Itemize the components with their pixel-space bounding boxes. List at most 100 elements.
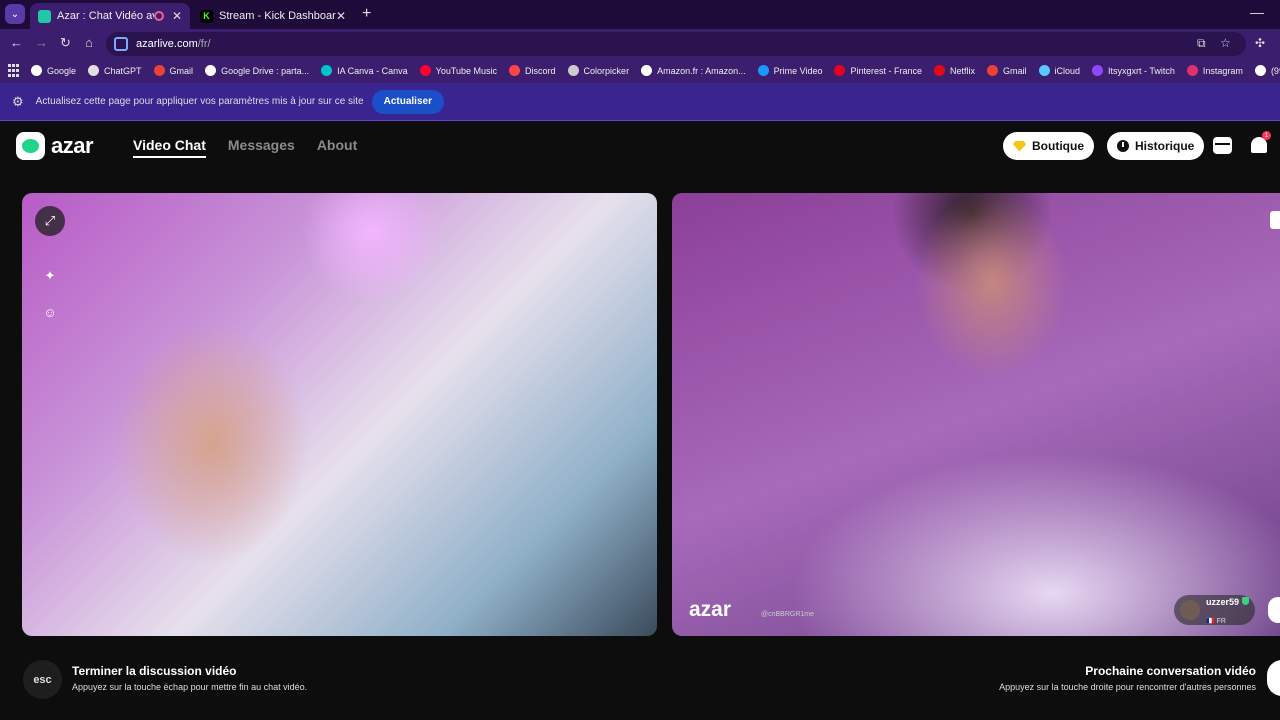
bookmark-favicon-icon: [205, 65, 217, 76]
partner-badge[interactable]: uzzer59 🇫🇷 FR: [1174, 595, 1256, 625]
partner-country: 🇫🇷 FR: [1206, 618, 1226, 625]
boutique-button[interactable]: Boutique: [1003, 132, 1094, 160]
bookmark-label: ChatGPT: [104, 65, 142, 76]
url-path: /fr/: [197, 38, 211, 50]
bookmark-item[interactable]: Gmail: [153, 65, 194, 76]
bookmark-item[interactable]: YouTube Music: [419, 65, 498, 76]
bookmark-label: Discord: [525, 65, 556, 76]
historique-button[interactable]: Historique: [1107, 132, 1205, 160]
historique-label: Historique: [1135, 139, 1195, 153]
bookmark-label: Instagram: [1202, 65, 1243, 76]
bookmark-item[interactable]: IA Canva - Canva: [321, 65, 408, 76]
bookmark-label: Netflix: [950, 65, 976, 76]
end-chat-hint: Appuyez sur la touche échap pour mettre …: [72, 682, 308, 692]
bookmark-item[interactable]: Netflix: [934, 65, 975, 76]
bookmark-favicon-icon: [153, 65, 165, 76]
verified-shield-icon: [1242, 597, 1250, 605]
address-bar[interactable]: azarlive.com/fr/: [106, 32, 1246, 56]
close-icon[interactable]: ✕: [336, 9, 346, 23]
face-filter-icon[interactable]: ☺: [35, 297, 65, 327]
bookmark-star-icon[interactable]: ☆: [1220, 36, 1231, 50]
bookmark-item[interactable]: Colorpicker: [567, 65, 629, 76]
browser-tab-strip: ⌄ Azar : Chat Vidéo avec de n ✕ K Stream…: [0, 0, 1280, 29]
apps-grid-icon[interactable]: [8, 63, 19, 78]
close-icon[interactable]: ✕: [172, 9, 182, 23]
bookmark-item[interactable]: ChatGPT: [88, 65, 142, 76]
bookmark-item[interactable]: Google: [31, 65, 76, 76]
bookmark-favicon-icon: [31, 65, 42, 76]
tab-title: Azar : Chat Vidéo avec de n: [57, 10, 154, 22]
bookmark-favicon-icon: [1038, 65, 1050, 76]
minimize-icon[interactable]: —: [1250, 4, 1264, 20]
forward-icon[interactable]: →: [35, 35, 48, 50]
bookmark-label: Gmail: [169, 65, 194, 76]
bookmark-favicon-icon: [419, 65, 431, 76]
bookmark-label: iCloud: [1054, 65, 1081, 76]
partner-video: [672, 193, 1280, 636]
tab-kick[interactable]: K Stream - Kick Dashboard ✕: [192, 3, 354, 29]
site-info-icon[interactable]: [114, 37, 128, 51]
bookmark-item[interactable]: Amazon.fr : Amazon...: [641, 65, 746, 76]
install-app-icon[interactable]: ⧉: [1197, 36, 1206, 51]
nav-video-chat[interactable]: Video Chat: [133, 137, 206, 158]
local-video: [22, 193, 657, 636]
chat-bubble-icon[interactable]: [1268, 597, 1280, 623]
nav-messages[interactable]: Messages: [228, 137, 295, 158]
bookmark-item[interactable]: Prime Video: [757, 65, 823, 76]
effects-wand-icon[interactable]: ✦: [35, 261, 65, 291]
logo-text: azar: [51, 133, 94, 158]
bookmark-item[interactable]: (99+) TikTok - Make...: [1254, 65, 1280, 76]
bookmark-favicon-icon: [1186, 65, 1198, 76]
inbox-icon[interactable]: [1213, 137, 1232, 154]
bookmark-favicon-icon: [641, 65, 653, 76]
watermark-id: @cnBBRGR1me: [761, 611, 815, 618]
bookmark-item[interactable]: Google Drive : parta...: [205, 65, 309, 76]
reload-icon[interactable]: ↻: [60, 35, 71, 51]
settings-infobar: ⚙ Actualisez cette page pour appliquer v…: [0, 83, 1280, 121]
tab-azar[interactable]: Azar : Chat Vidéo avec de n ✕: [30, 3, 190, 29]
bookmark-favicon-icon: [834, 65, 846, 76]
back-icon[interactable]: ←: [10, 35, 23, 50]
bookmark-item[interactable]: Itsyxgxrt - Twitch: [1092, 65, 1175, 76]
extensions-icon[interactable]: ✣: [1255, 36, 1265, 50]
report-icon[interactable]: [1270, 211, 1280, 229]
bookmark-favicon-icon: [88, 65, 100, 76]
bookmark-item[interactable]: Gmail: [987, 65, 1027, 76]
bookmark-label: Amazon.fr : Amazon...: [657, 65, 746, 76]
esc-key-button[interactable]: esc: [23, 660, 62, 699]
infobar-message: Actualisez cette page pour appliquer vos…: [35, 96, 364, 107]
tab-title: Stream - Kick Dashboard: [219, 10, 336, 22]
bookmark-label: YouTube Music: [435, 65, 498, 76]
recording-icon: [153, 11, 164, 21]
main-nav: Video Chat Messages About: [133, 137, 357, 158]
bookmark-favicon-icon: [934, 65, 945, 76]
end-chat-title: Terminer la discussion vidéo: [72, 664, 237, 678]
next-arrow-button[interactable]: [1267, 660, 1280, 696]
bookmark-favicon-icon: [567, 65, 579, 76]
bookmark-label: Prime Video: [773, 65, 823, 76]
home-icon[interactable]: ⌂: [85, 35, 93, 50]
bookmark-favicon-icon: [1092, 65, 1104, 76]
avatar: [1180, 600, 1200, 620]
kick-favicon-icon: K: [200, 9, 213, 23]
clock-icon: [1117, 140, 1129, 152]
boutique-label: Boutique: [1032, 139, 1084, 153]
bookmark-item[interactable]: iCloud: [1038, 65, 1081, 76]
nav-about[interactable]: About: [317, 137, 357, 158]
bookmark-item[interactable]: Discord: [509, 65, 556, 76]
next-chat-hint: Appuyez sur la touche droite pour rencon…: [999, 682, 1256, 692]
gear-icon: ⚙: [12, 93, 24, 109]
bookmark-item[interactable]: Pinterest - France: [834, 65, 922, 76]
bookmark-label: IA Canva - Canva: [337, 65, 408, 76]
azar-favicon-icon: [38, 9, 51, 23]
fullscreen-icon[interactable]: ⤢: [35, 206, 65, 236]
bookmark-label: Google Drive : parta...: [221, 65, 310, 76]
bookmark-label: Pinterest - France: [850, 65, 922, 76]
bookmark-label: Gmail: [1003, 65, 1027, 76]
refresh-button[interactable]: Actualiser: [371, 89, 444, 114]
new-tab-button[interactable]: +: [362, 5, 371, 23]
bookmark-label: Itsyxgxrt - Twitch: [1108, 65, 1175, 76]
azar-logo[interactable]: azar: [16, 132, 94, 160]
tab-search-button[interactable]: ⌄: [5, 4, 25, 24]
bookmark-item[interactable]: Instagram: [1186, 65, 1243, 76]
